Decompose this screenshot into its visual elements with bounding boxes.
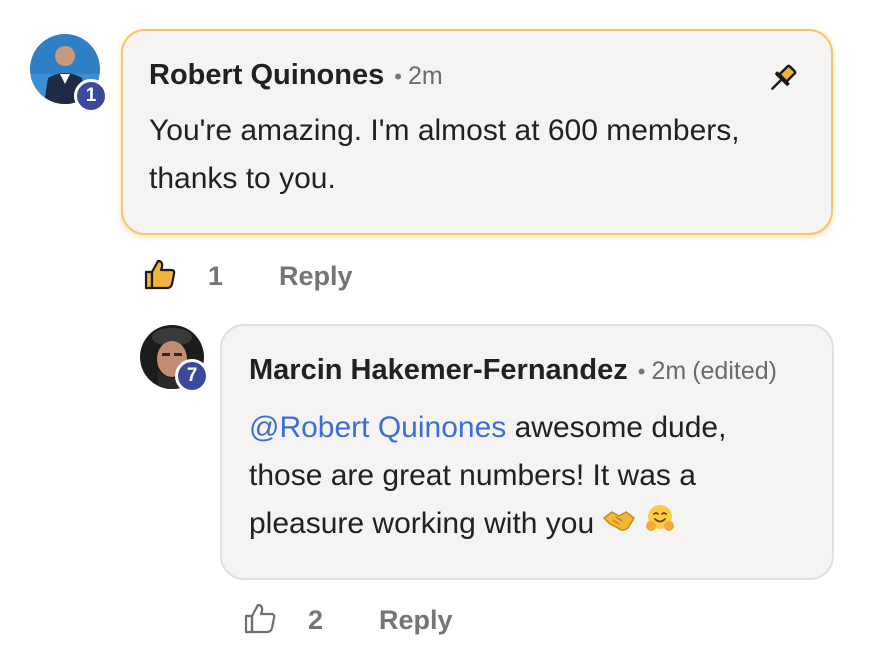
separator-dot: • (637, 359, 646, 384)
edited-label: (edited) (692, 357, 777, 385)
handshake-emoji (602, 501, 636, 549)
reply-timestamp[interactable]: 2m (651, 357, 686, 386)
mention-link[interactable]: @Robert Quinones (249, 411, 506, 444)
reply-text-line-1: @Robert Quinones awesome dude, (249, 404, 829, 452)
like-count: 2 (308, 605, 324, 635)
comment-actions: 1 Reply (142, 256, 353, 297)
avatar-robert-quinones[interactable]: 1 (30, 34, 108, 113)
comment-header: Robert Quinones • 2m (149, 59, 443, 92)
thumbs-up-outline-icon[interactable] (242, 600, 278, 641)
comment-text: You're amazing. I'm almost at 600 member… (149, 114, 740, 195)
reply-bubble: Marcin Hakemer-Fernandez • 2m (edited) @… (220, 324, 834, 580)
pin-icon (765, 60, 801, 96)
comment-timestamp[interactable]: 2m (408, 62, 443, 91)
reply-button[interactable]: Reply (279, 261, 353, 292)
hugging-face-emoji (644, 501, 676, 549)
level-badge: 7 (175, 359, 209, 393)
like-count: 1 (208, 261, 224, 291)
reply-actions: 2 Reply (242, 600, 453, 641)
reply-button[interactable]: Reply (379, 605, 453, 636)
separator-dot: • (394, 64, 402, 89)
reply-text-line-2: those are great numbers! It was a (249, 459, 696, 492)
reply-author[interactable]: Marcin Hakemer-Fernandez (249, 354, 628, 387)
reply-text-segment: pleasure working with you (249, 507, 595, 540)
reply-header: Marcin Hakemer-Fernandez • 2m (edited) (249, 354, 777, 387)
reply-text-line-3: pleasure working with you (249, 500, 829, 549)
comment-author[interactable]: Robert Quinones (149, 59, 384, 92)
reply-text: @Robert Quinones awesome dude, those are… (249, 404, 829, 549)
level-badge: 1 (74, 79, 108, 113)
comment-bubble-pinned: Robert Quinones • 2m You're amazing. I'm… (121, 29, 833, 235)
thumbs-up-filled-icon[interactable] (142, 256, 178, 297)
avatar-marcin-hakemer-fernandez[interactable]: 7 (140, 325, 209, 393)
reply-text-segment: awesome dude, (506, 411, 727, 444)
